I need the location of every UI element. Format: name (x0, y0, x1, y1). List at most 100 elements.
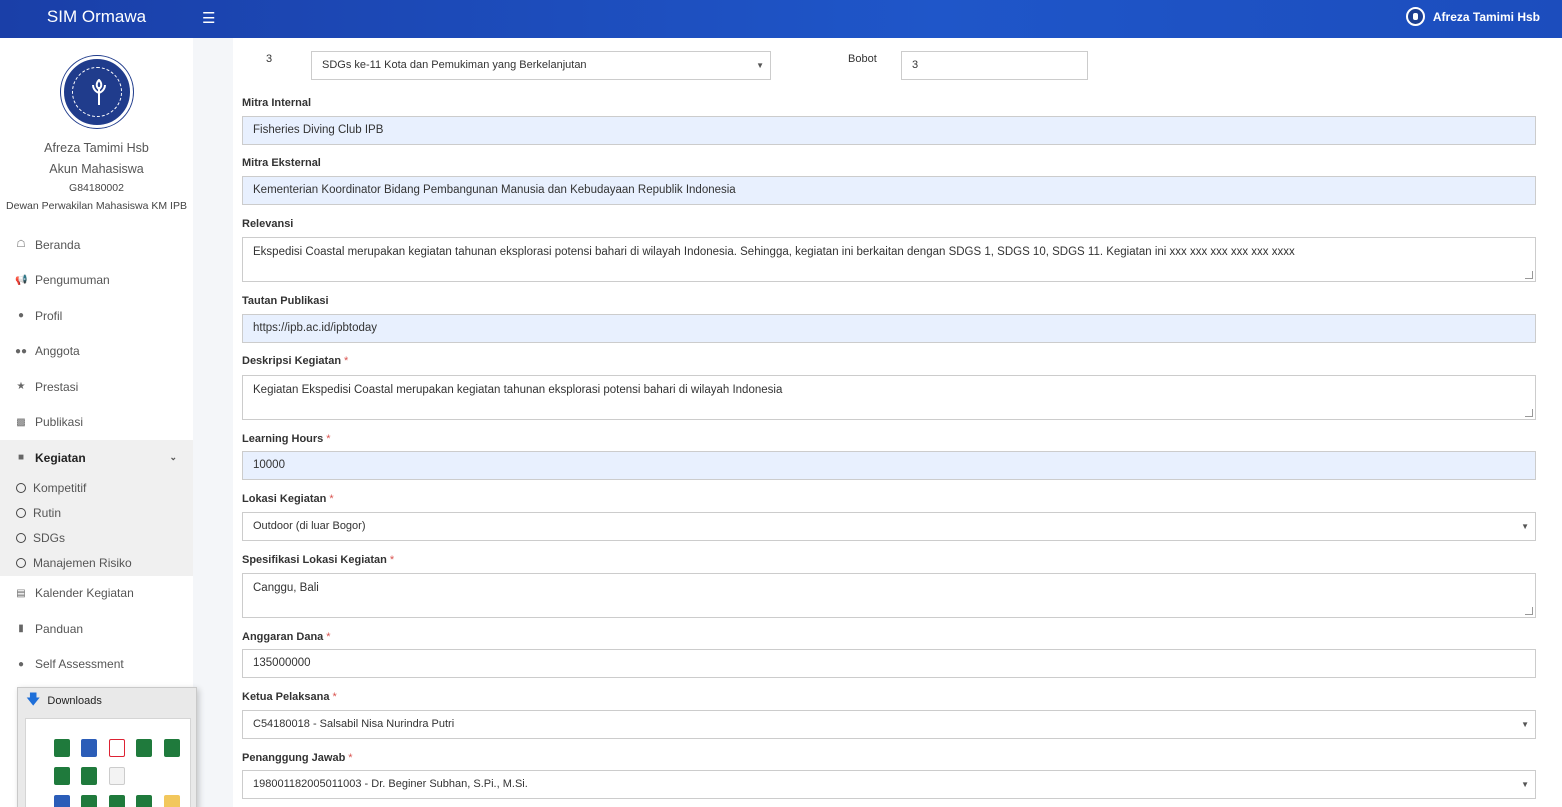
penanggung-jawab-select[interactable]: 198001182005011003 - Dr. Beginer Subhan,… (242, 770, 1536, 799)
sidebar-item-anggota[interactable]: ●● Anggota (0, 334, 193, 370)
bobot-input[interactable]: 3 (901, 51, 1088, 80)
relevansi-textarea[interactable]: Ekspedisi Coastal merupakan kegiatan tah… (242, 237, 1536, 282)
excel-file-icon (164, 739, 180, 757)
sdg-select[interactable]: SDGs ke-11 Kota dan Pemukiman yang Berke… (311, 51, 771, 80)
user-icon: ● (17, 310, 25, 322)
sidebar-item-kalender-kegiatan[interactable]: ▤ Kalender Kegiatan (0, 576, 193, 612)
download-arrow-icon: 🡇 (26, 691, 41, 707)
caret-down-icon: ▼ (1521, 522, 1529, 531)
label-text: Mitra Eksternal (242, 157, 321, 169)
kegiatan-submenu: Kompetitif Rutin SDGs Manajemen Risiko (0, 475, 193, 576)
label-text: Learning Hours (242, 433, 324, 445)
required-mark: * (326, 631, 331, 643)
circle-icon (16, 533, 26, 543)
sdg-select-value: SDGs ke-11 Kota dan Pemukiman yang Berke… (322, 59, 587, 71)
profile-org: Dewan Perwakilan Mahasiswa KM IPB (6, 200, 187, 212)
mitra-eksternal-label: Mitra Eksternal (242, 157, 321, 169)
profile-block: Afreza Tamimi Hsb Akun Mahasiswa G841800… (0, 38, 193, 215)
sdg-row-number: 3 (266, 53, 273, 65)
caret-down-icon: ▼ (1521, 780, 1529, 789)
required-mark: * (389, 554, 395, 566)
sidebar-item-self-assessment[interactable]: ● Self Assessment (0, 647, 193, 683)
required-mark: * (329, 493, 334, 505)
sidebar-item-label: Publikasi (35, 415, 84, 430)
profile-nim: G84180002 (69, 182, 124, 194)
mitra-eksternal-input[interactable]: Kementerian Koordinator Bidang Pembangun… (242, 176, 1536, 205)
sidebar-item-prestasi[interactable]: ★ Prestasi (0, 369, 193, 405)
book-icon: ▮ (18, 623, 24, 635)
sidebar-item-label: Self Assessment (35, 657, 124, 672)
user-name: Afreza Tamimi Hsb (1432, 9, 1540, 24)
label-text: Ketua Pelaksana (242, 691, 330, 703)
label-text: Penanggung Jawab (242, 752, 346, 764)
main-content: 3 SDGs ke-11 Kota dan Pemukiman yang Ber… (233, 38, 1545, 807)
downloads-title: Downloads (47, 695, 102, 707)
submenu-item-label: SDGs (33, 531, 66, 545)
sidebar-item-label: Pengumuman (35, 273, 110, 288)
ketua-pelaksana-label: Ketua Pelaksana * (242, 691, 337, 703)
home-icon: ☖ (16, 239, 26, 251)
submenu-item-manajemen-risiko[interactable]: Manajemen Risiko (0, 551, 193, 576)
submenu-item-kompetitif[interactable]: Kompetitif (0, 476, 193, 501)
calendar-icon: ▤ (16, 587, 26, 599)
page-scrollbar[interactable] (1545, 38, 1562, 807)
sidebar-item-beranda[interactable]: ☖ Beranda (0, 227, 193, 263)
lokasi-kegiatan-select[interactable]: Outdoor (di luar Bogor) ▼ (242, 512, 1536, 541)
hamburger-menu-icon[interactable]: ☰ (202, 9, 215, 27)
submenu-item-label: Kompetitif (33, 481, 87, 495)
sidebar-item-profil[interactable]: ● Profil (0, 298, 193, 334)
downloads-header: 🡇 Downloads (18, 688, 196, 714)
sidebar-menu: ☖ Beranda 📢 Pengumuman ● Profil ●● Anggo… (0, 227, 193, 682)
sidebar-item-kegiatan[interactable]: ■ Kegiatan ⌄ (0, 440, 193, 476)
users-icon: ●● (15, 345, 28, 357)
spesifikasi-lokasi-label: Spesifikasi Lokasi Kegiatan * (242, 554, 394, 566)
caret-down-icon: ▼ (1521, 720, 1529, 729)
excel-file-icon (136, 795, 152, 807)
sidebar-item-panduan[interactable]: ▮ Panduan (0, 611, 193, 647)
label-text: Anggaran Dana (242, 631, 324, 643)
excel-file-icon (81, 767, 97, 785)
label-text: Deskripsi Kegiatan (242, 355, 342, 367)
lokasi-kegiatan-value: Outdoor (di luar Bogor) (253, 520, 366, 532)
circle-icon (16, 483, 26, 493)
tautan-publikasi-input[interactable]: https://ipb.ac.id/ipbtoday (242, 314, 1536, 343)
deskripsi-kegiatan-label: Deskripsi Kegiatan * (242, 355, 348, 367)
spesifikasi-lokasi-textarea[interactable]: Canggu, Bali (242, 573, 1536, 618)
learning-hours-input[interactable]: 10000 (242, 451, 1536, 480)
required-mark: * (326, 433, 331, 445)
label-text: Mitra Internal (242, 97, 312, 109)
penanggung-jawab-label: Penanggung Jawab * (242, 752, 353, 764)
excel-file-icon (136, 739, 152, 757)
mitra-internal-input[interactable]: Fisheries Diving Club IPB (242, 116, 1536, 145)
submenu-item-label: Rutin (33, 506, 62, 520)
bullhorn-icon: 📢 (15, 274, 28, 286)
submenu-item-rutin[interactable]: Rutin (0, 501, 193, 526)
sidebar-item-label: Prestasi (35, 379, 79, 394)
label-text: Lokasi Kegiatan (242, 493, 327, 505)
circle-icon (16, 558, 26, 568)
label-text: Spesifikasi Lokasi Kegiatan (242, 554, 387, 566)
sidebar-item-pengumuman[interactable]: 📢 Pengumuman (0, 263, 193, 299)
top-navbar: SIM Ormawa ☰ Afreza Tamimi Hsb (0, 0, 1562, 38)
downloads-popup[interactable]: 🡇 Downloads (17, 687, 197, 807)
lokasi-kegiatan-label: Lokasi Kegiatan * (242, 493, 334, 505)
app-title[interactable]: SIM Ormawa (0, 0, 193, 38)
deskripsi-kegiatan-textarea[interactable]: Kegiatan Ekspedisi Coastal merupakan keg… (242, 375, 1536, 420)
anggaran-dana-input[interactable]: 135000000 (242, 649, 1536, 678)
sidebar-item-label: Kegiatan (35, 450, 86, 465)
document-file-icon (109, 767, 125, 785)
sidebar-item-label: Kalender Kegiatan (35, 586, 134, 601)
required-mark: * (348, 752, 353, 764)
sidebar-item-label: Anggota (35, 344, 80, 359)
word-file-icon (54, 795, 70, 807)
submenu-item-sdgs[interactable]: SDGs (0, 526, 193, 551)
ketua-pelaksana-select[interactable]: C54180018 - Salsabil Nisa Nurindra Putri… (242, 710, 1536, 739)
user-menu[interactable]: Afreza Tamimi Hsb (1405, 7, 1540, 26)
folder-icon (164, 795, 180, 807)
sidebar-item-publikasi[interactable]: ▩ Publikasi (0, 405, 193, 441)
ketua-pelaksana-value: C54180018 - Salsabil Nisa Nurindra Putri (253, 718, 455, 730)
label-text: Tautan Publikasi (242, 295, 329, 307)
sidebar-item-label: Beranda (35, 237, 81, 252)
circle-icon (16, 508, 26, 518)
bobot-label: Bobot (848, 53, 877, 65)
